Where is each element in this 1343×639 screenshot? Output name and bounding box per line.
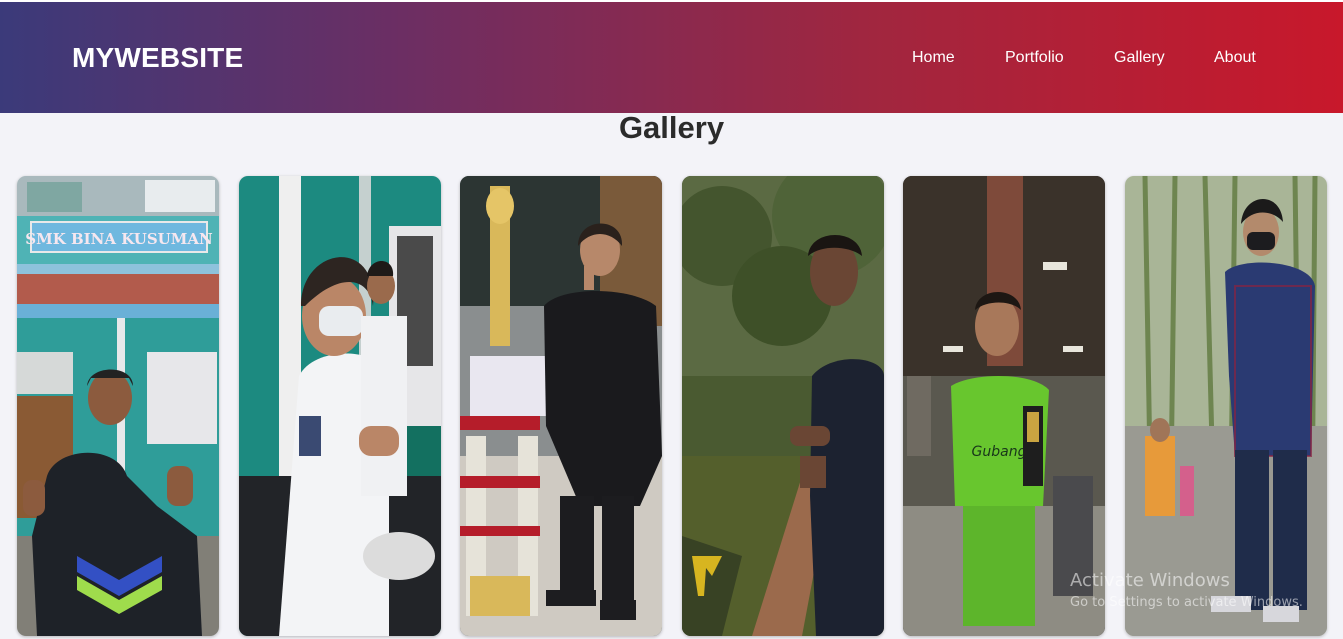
windows-activation-watermark: Activate Windows Go to Settings to activ…	[1070, 570, 1303, 610]
nav-portfolio-link[interactable]: Portfolio	[1005, 49, 1064, 67]
page-title: Gallery	[618, 110, 725, 145]
photo-bamboo-forest	[1125, 176, 1327, 636]
nav-gallery-link[interactable]: Gallery	[1114, 49, 1165, 67]
nav-home-link[interactable]: Home	[912, 49, 955, 67]
photo-garden	[682, 176, 884, 636]
photo-students-masks	[239, 176, 441, 636]
gallery-photo-1[interactable]: SMK BINA KUSUMAN	[17, 176, 219, 636]
photo-player-award: Gubang	[903, 176, 1105, 636]
main-nav: Home Portfolio Gallery About	[0, 49, 1343, 73]
gallery-photo-2[interactable]	[239, 176, 441, 636]
school-sign-text: SMK BINA KUSUMAN	[25, 230, 213, 248]
gallery-photo-3[interactable]	[460, 176, 662, 636]
watermark-subtitle: Go to Settings to activate Windows.	[1070, 595, 1303, 610]
photo-student-trophies	[460, 176, 662, 636]
site-header: MYWEBSITE Home Portfolio Gallery About	[0, 0, 1343, 113]
jersey-text: Gubang	[972, 444, 1027, 460]
gallery-photo-4[interactable]	[682, 176, 884, 636]
photo-gallery: SMK BINA KUSUMAN Gubang	[0, 176, 1343, 636]
nav-about-link[interactable]: About	[1214, 49, 1256, 67]
photo-school-building: SMK BINA KUSUMAN	[17, 176, 219, 636]
gallery-photo-6[interactable]	[1125, 176, 1327, 636]
gallery-photo-5[interactable]: Gubang	[903, 176, 1105, 636]
watermark-title: Activate Windows	[1070, 570, 1230, 591]
